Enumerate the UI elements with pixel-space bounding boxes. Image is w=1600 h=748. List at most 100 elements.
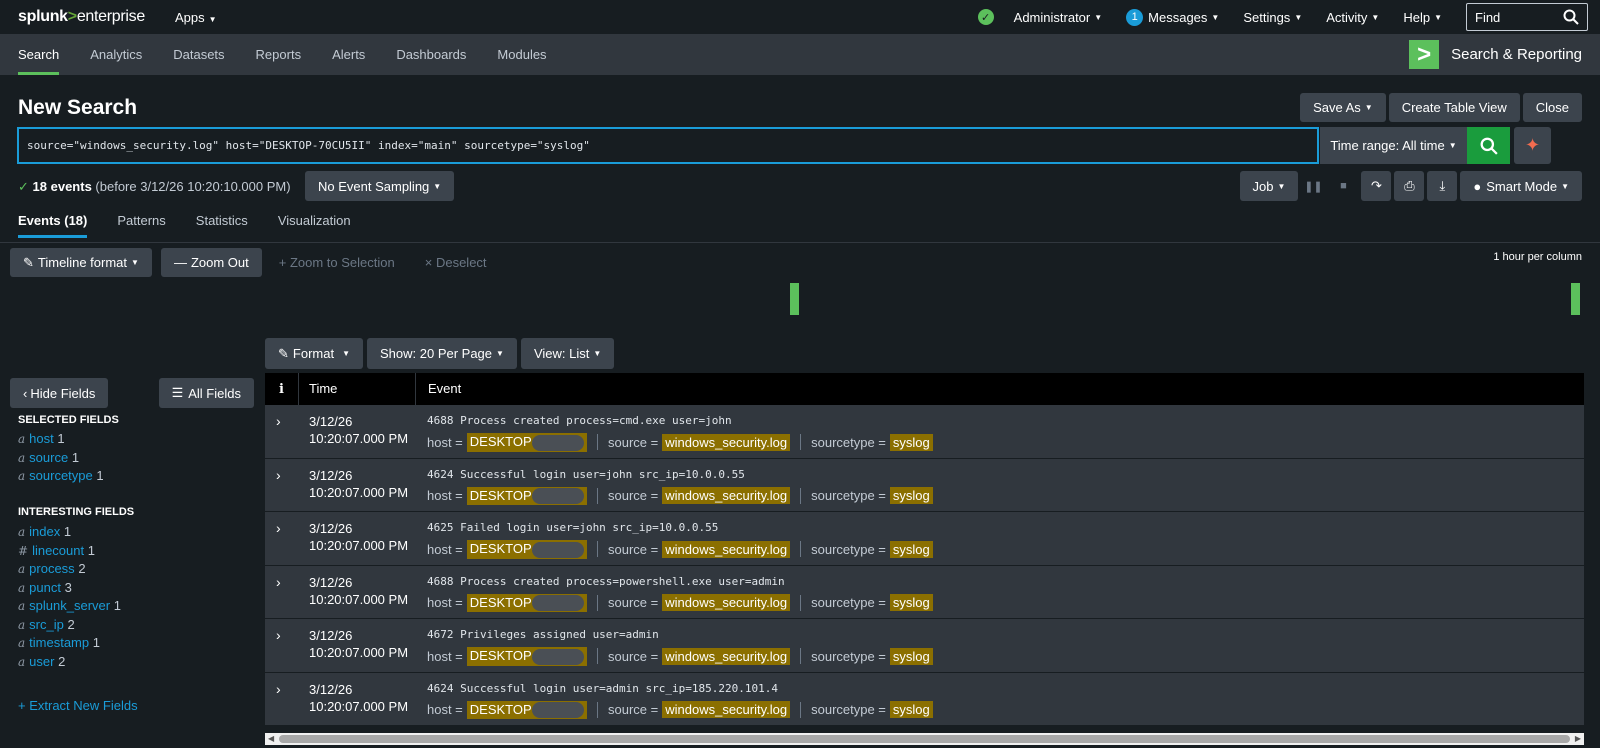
field-linecount[interactable]: # linecount 1 (18, 543, 95, 558)
per-page-dropdown[interactable]: Show: 20 Per Page ▼ (367, 338, 517, 369)
tab-search[interactable]: Search (18, 34, 60, 75)
field-process[interactable]: a process 2 (18, 561, 86, 576)
tab-patterns[interactable]: Patterns (117, 213, 165, 238)
event-meta: host = DESKTOP-source = windows_security.l… (427, 647, 933, 666)
hide-fields-button[interactable]: ‹ Hide Fields (10, 378, 109, 408)
horizontal-scrollbar[interactable]: ◀ ▶ (265, 733, 1584, 745)
search-query-input[interactable]: source="windows_security.log" host="DESK… (17, 127, 1319, 164)
field-src-ip[interactable]: a src_ip 2 (18, 617, 75, 632)
field-host[interactable]: a host 1 (18, 431, 65, 446)
field-punct[interactable]: a punct 3 (18, 580, 72, 595)
extract-new-fields-link[interactable]: + Extract New Fields (18, 698, 138, 713)
tab-statistics[interactable]: Statistics (196, 213, 248, 238)
field-sourcetype[interactable]: a sourcetype 1 (18, 468, 104, 483)
ai-assistant-icon[interactable]: ✦ (1514, 127, 1551, 164)
host-value[interactable]: DESKTOP- (466, 647, 587, 666)
source-value[interactable]: windows_security.log (662, 701, 791, 719)
event-meta: host = DESKTOP-source = windows_security.l… (427, 700, 933, 720)
tab-analytics[interactable]: Analytics (90, 34, 142, 75)
activity-menu[interactable]: Activity ▼ (1326, 10, 1379, 25)
time-range-picker[interactable]: Time range: All time ▼ (1320, 127, 1467, 164)
job-menu[interactable]: Job ▼ (1239, 171, 1299, 201)
apps-menu[interactable]: Apps ▼ (175, 10, 217, 25)
source-value[interactable]: windows_security.log (662, 594, 791, 612)
sourcetype-value[interactable]: syslog (889, 487, 933, 505)
expand-chevron-icon[interactable]: › (276, 467, 281, 483)
pause-icon[interactable]: ❚❚ (1298, 180, 1328, 193)
print-icon[interactable]: ⎙ (1394, 171, 1425, 201)
tab-visualization[interactable]: Visualization (278, 213, 351, 238)
source-value[interactable]: windows_security.log (662, 433, 791, 451)
field-user[interactable]: a user 2 (18, 654, 65, 669)
run-search-button[interactable] (1467, 127, 1510, 164)
field-index[interactable]: a index 1 (18, 524, 71, 539)
field-timestamp[interactable]: a timestamp 1 (18, 635, 100, 650)
zoom-out-button[interactable]: — Zoom Out (160, 248, 262, 277)
table-row[interactable]: › 3/12/26 10:20:07.000 PM 4625 Failed login… (265, 512, 1584, 566)
expand-chevron-icon[interactable]: › (276, 413, 281, 429)
scroll-right-icon[interactable]: ▶ (1575, 733, 1581, 745)
timeline-bar[interactable] (1571, 283, 1580, 315)
table-row[interactable]: › 3/12/26 10:20:07.000 PM 4672 Privileges a… (265, 619, 1584, 673)
share-icon[interactable]: ↷ (1361, 171, 1392, 201)
sourcetype-value[interactable]: syslog (889, 433, 933, 451)
tab-datasets[interactable]: Datasets (173, 34, 224, 75)
tab-reports[interactable]: Reports (256, 34, 302, 75)
expand-chevron-icon[interactable]: › (276, 520, 281, 536)
stop-icon[interactable]: ■ (1328, 180, 1358, 192)
settings-menu[interactable]: Settings ▼ (1243, 10, 1302, 25)
create-table-view-button[interactable]: Create Table View (1388, 93, 1520, 122)
divider (597, 594, 598, 611)
format-button[interactable]: ✎ Format ▼ (265, 338, 363, 369)
scroll-left-icon[interactable]: ◀ (268, 733, 274, 745)
user-menu[interactable]: Administrator ▼ (1014, 10, 1103, 25)
sourcetype-value[interactable]: syslog (889, 594, 933, 612)
table-row[interactable]: › 3/12/26 10:20:07.000 PM 4688 Process crea… (265, 405, 1584, 459)
tab-modules[interactable]: Modules (497, 34, 546, 75)
splunk-logo[interactable]: splunk>enterprise (18, 8, 145, 26)
close-button[interactable]: Close (1522, 93, 1582, 122)
sourcetype-value[interactable]: syslog (889, 540, 933, 558)
app-title[interactable]: > Search & Reporting (1409, 40, 1582, 69)
help-menu[interactable]: Help ▼ (1403, 10, 1442, 25)
source-value[interactable]: windows_security.log (662, 487, 791, 505)
zoom-to-selection-button[interactable]: + Zoom to Selection (279, 255, 395, 270)
host-value[interactable]: DESKTOP- (466, 486, 587, 506)
save-as-button[interactable]: Save As ▼ (1300, 93, 1386, 122)
sourcetype-value[interactable]: syslog (889, 647, 933, 665)
messages-menu[interactable]: 1 Messages ▼ (1126, 8, 1219, 26)
host-value[interactable]: DESKTOP- (466, 593, 587, 613)
expand-chevron-icon[interactable]: › (276, 627, 281, 643)
host-value[interactable]: DESKTOP- (466, 433, 587, 452)
tab-alerts[interactable]: Alerts (332, 34, 365, 75)
deselect-button[interactable]: × Deselect (425, 255, 487, 270)
find-input[interactable]: Find (1466, 3, 1588, 31)
field-source[interactable]: a source 1 (18, 450, 79, 465)
expand-chevron-icon[interactable]: › (276, 574, 281, 590)
view-dropdown[interactable]: View: List ▼ (520, 338, 615, 369)
field-splunk-server[interactable]: a splunk_server 1 (18, 598, 121, 613)
host-value[interactable]: DESKTOP- (466, 540, 587, 559)
table-row[interactable]: › 3/12/26 10:20:07.000 PM 4688 Process crea… (265, 565, 1584, 619)
page-title: New Search (18, 96, 138, 119)
tab-dashboards[interactable]: Dashboards (396, 34, 466, 75)
time-column-header[interactable]: Time (298, 373, 415, 405)
tab-events[interactable]: Events (18) (18, 213, 88, 238)
health-check-icon[interactable]: ✓ (977, 9, 994, 25)
source-value[interactable]: windows_security.log (662, 540, 791, 558)
timeline-bar[interactable] (790, 283, 799, 315)
event-raw-text: 4625 Failed login user=john src_ip=10.0.… (427, 521, 719, 534)
expand-chevron-icon[interactable]: › (276, 681, 281, 697)
timeline-format-button[interactable]: ✎ Timeline format ▼ (10, 248, 152, 277)
redaction-mark (532, 488, 584, 505)
sourcetype-value[interactable]: syslog (889, 701, 933, 719)
export-icon[interactable]: ⤓ (1427, 171, 1458, 201)
source-value[interactable]: windows_security.log (662, 647, 791, 665)
search-mode-dropdown[interactable]: ● Smart Mode ▼ (1460, 171, 1582, 201)
table-row[interactable]: › 3/12/26 10:20:07.000 PM 4624 Successful l… (265, 672, 1584, 726)
all-fields-button[interactable]: ☰ All Fields (158, 378, 254, 408)
event-sampling-dropdown[interactable]: No Event Sampling ▼ (305, 171, 455, 201)
table-row[interactable]: › 3/12/26 10:20:07.000 PM 4624 Successful l… (265, 458, 1584, 512)
scrollbar-thumb[interactable] (279, 735, 1570, 743)
host-value[interactable]: DESKTOP- (466, 700, 587, 720)
